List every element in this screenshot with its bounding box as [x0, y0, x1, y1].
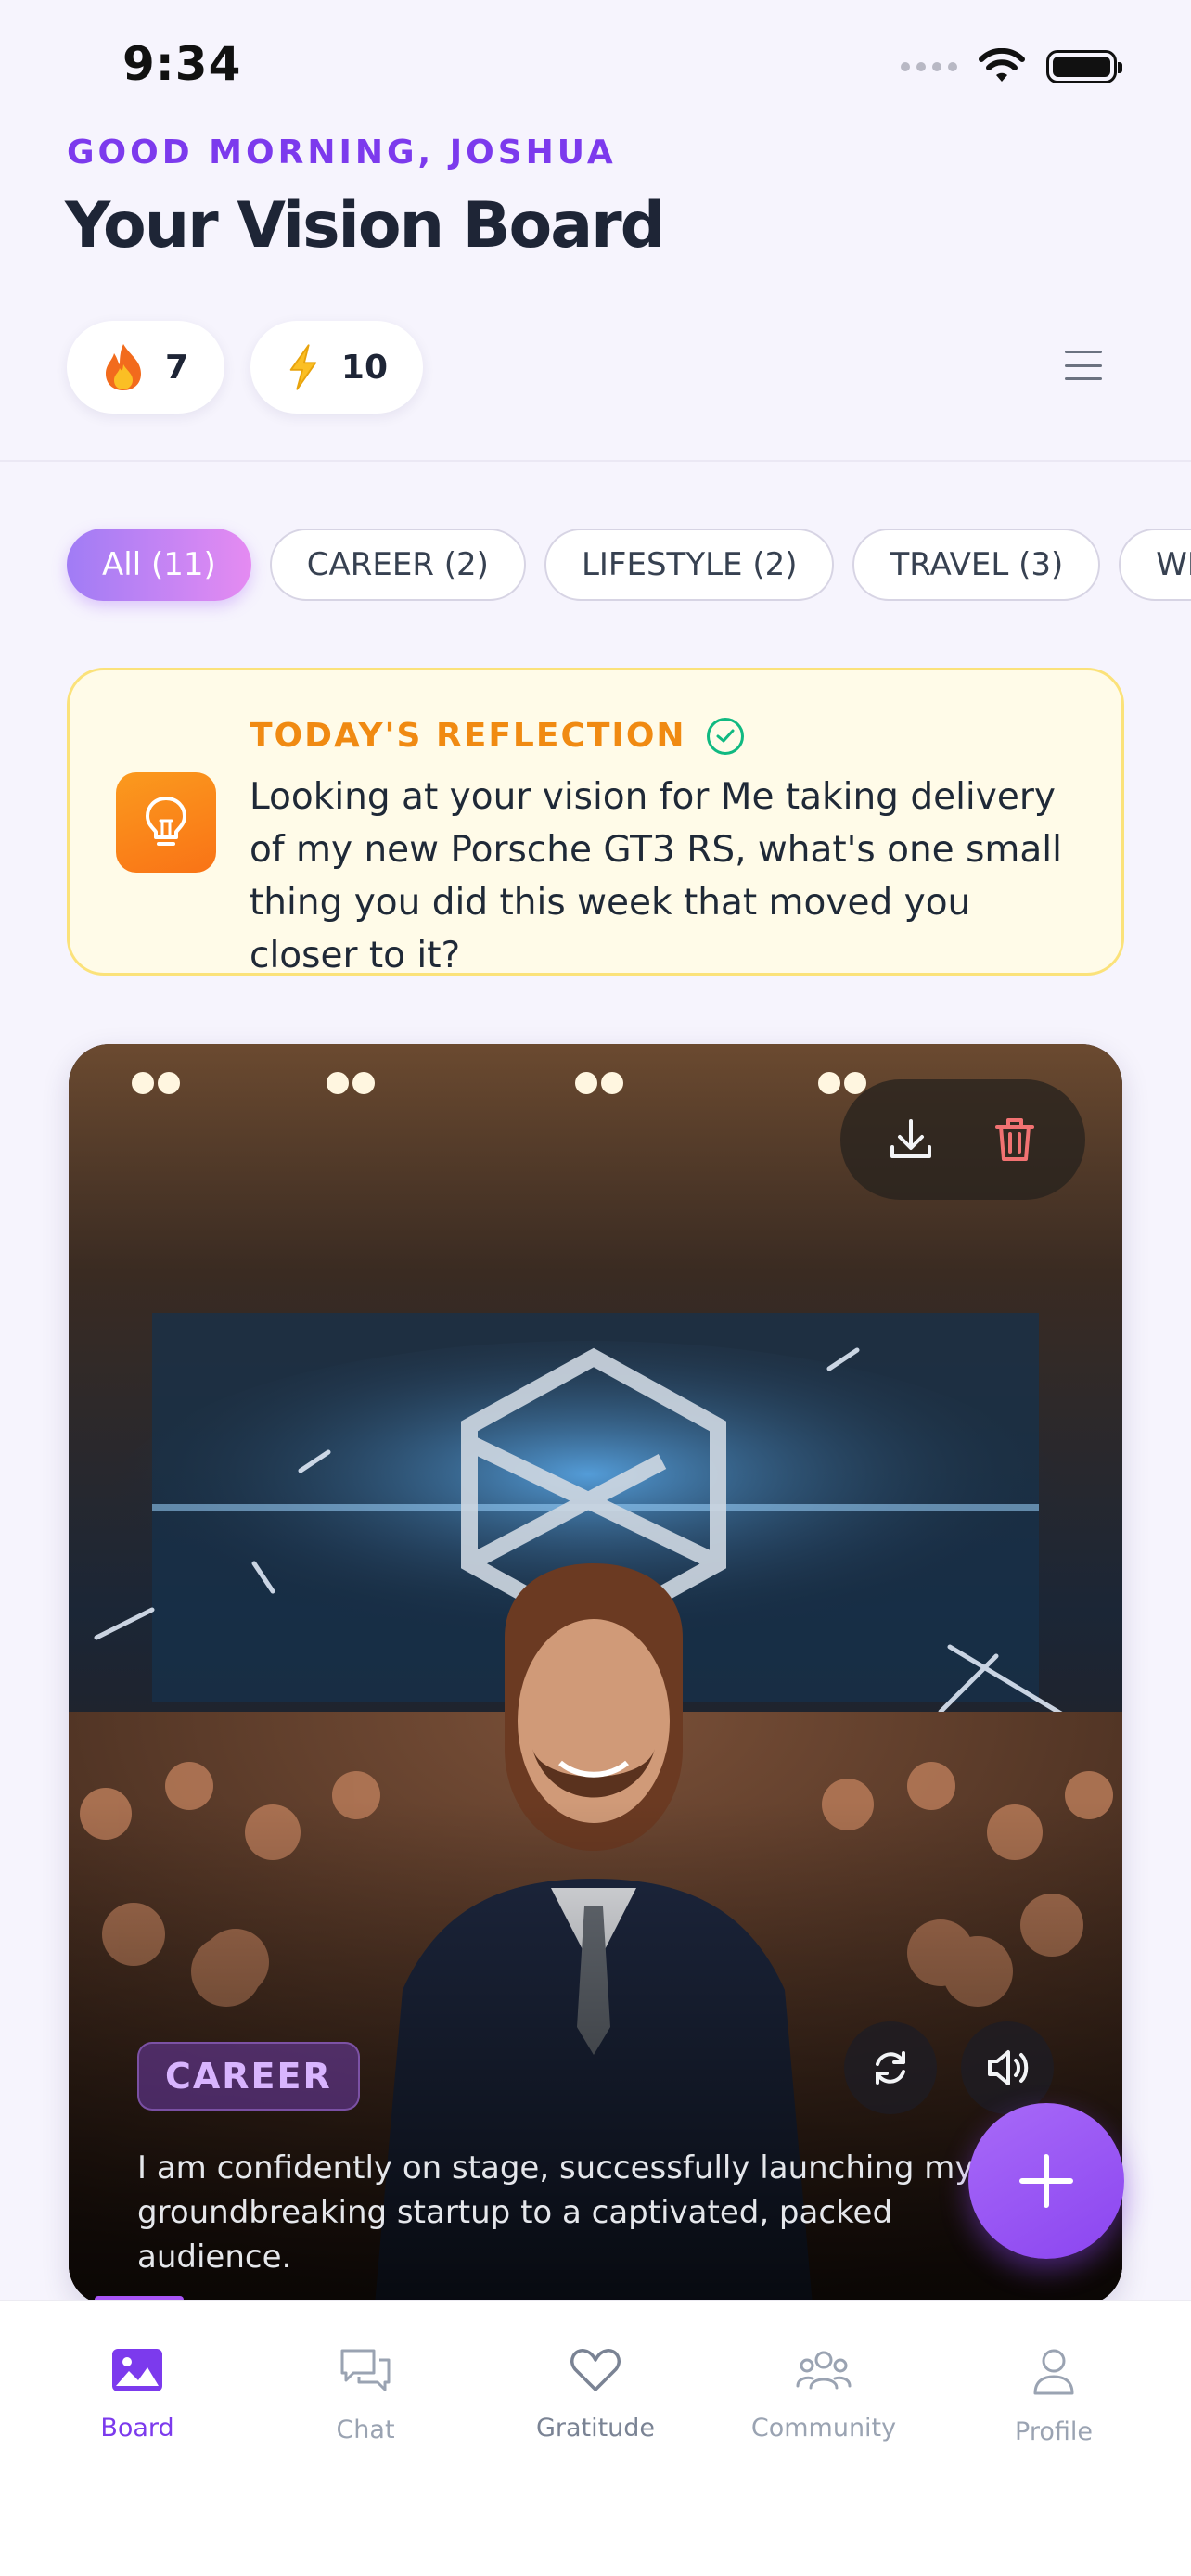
- refresh-icon: [876, 2051, 905, 2085]
- tab-board[interactable]: Board: [35, 2347, 239, 2442]
- category-filter-row: All (11) CAREER (2) LIFESTYLE (2) TRAVEL…: [67, 529, 1191, 601]
- vision-image: [69, 1044, 1122, 2305]
- battery-icon: [1046, 50, 1122, 83]
- user-icon: [1033, 2349, 1074, 2395]
- audio-button[interactable]: [961, 2021, 1054, 2114]
- filter-chip-lifestyle[interactable]: LIFESTYLE (2): [544, 529, 835, 601]
- tab-label: Chat: [336, 2416, 395, 2444]
- status-bar: 9:34: [0, 0, 1191, 130]
- filter-chip-career[interactable]: CAREER (2): [269, 529, 526, 601]
- image-icon: [112, 2349, 162, 2391]
- status-time: 9:34: [122, 37, 242, 91]
- filter-chip-wealth[interactable]: WEALT: [1119, 529, 1191, 601]
- tab-label: Board: [100, 2414, 174, 2442]
- community-icon: [796, 2351, 852, 2390]
- download-icon[interactable]: [878, 1107, 943, 1172]
- vision-card[interactable]: CAREER I am confidently on stage, succes…: [69, 1044, 1122, 2305]
- energy-count: 10: [340, 348, 388, 387]
- status-icons: [901, 48, 1122, 85]
- tab-community[interactable]: Community: [722, 2347, 926, 2442]
- regenerate-button[interactable]: [844, 2021, 937, 2114]
- greeting-text: GOOD MORNING, JOSHUA: [67, 134, 617, 172]
- hamburger-menu-icon[interactable]: [1065, 351, 1102, 380]
- filter-chip-all[interactable]: All (11): [67, 529, 251, 601]
- reflection-heading: TODAY'S REFLECTION: [250, 717, 744, 755]
- page-title: Your Vision Board: [65, 189, 665, 262]
- tab-profile[interactable]: Profile: [952, 2347, 1156, 2446]
- tab-label: Community: [750, 2414, 897, 2442]
- trash-icon[interactable]: [982, 1107, 1047, 1172]
- category-tag: CAREER: [137, 2042, 360, 2111]
- speaker-icon: [988, 2050, 1029, 2085]
- wifi-icon: [979, 48, 1025, 82]
- lightbulb-icon: [116, 772, 216, 873]
- fire-icon: [106, 344, 141, 390]
- tab-label: Gratitude: [535, 2414, 656, 2442]
- heart-icon: [570, 2349, 621, 2391]
- lightning-icon: [289, 344, 317, 390]
- filter-chip-travel[interactable]: TRAVEL (3): [852, 529, 1101, 601]
- streak-badge[interactable]: 7: [67, 321, 224, 414]
- check-circle-icon: [706, 717, 744, 755]
- tab-label: Profile: [1015, 2417, 1093, 2446]
- tab-gratitude[interactable]: Gratitude: [493, 2347, 698, 2442]
- vision-caption: I am confidently on stage, successfully …: [137, 2149, 974, 2276]
- bottom-tab-bar: Board Chat Gratitude Community Profile: [0, 2300, 1191, 2576]
- vision-board-screen: 9:34 GOOD MORNING, JOSHUA Your Vision Bo…: [0, 0, 1191, 2576]
- reflection-label: TODAY'S REFLECTION: [250, 717, 686, 755]
- energy-badge[interactable]: 10: [250, 321, 423, 414]
- tab-chat[interactable]: Chat: [263, 2347, 467, 2444]
- chat-icon: [340, 2349, 391, 2391]
- cellular-signal-icon: [901, 62, 957, 71]
- todays-reflection-card[interactable]: TODAY'S REFLECTION Looking at your visio…: [67, 668, 1124, 976]
- streak-count: 7: [165, 348, 189, 387]
- header-divider: [0, 460, 1191, 462]
- add-vision-button[interactable]: [968, 2103, 1124, 2259]
- card-action-group: [840, 1079, 1085, 1200]
- plus-icon: [1019, 2154, 1073, 2208]
- reflection-prompt: Looking at your vision for Me taking del…: [250, 776, 1062, 976]
